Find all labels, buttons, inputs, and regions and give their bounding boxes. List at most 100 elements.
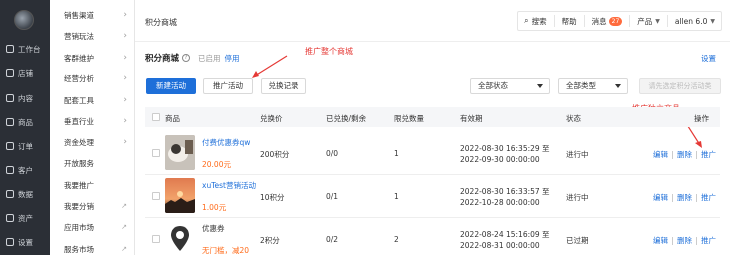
points-value: 10积分 xyxy=(260,193,285,202)
product-name-link[interactable]: 付费优惠券qw xyxy=(202,137,250,148)
delete-link[interactable]: 删除 xyxy=(677,192,692,203)
edit-link[interactable]: 编辑 xyxy=(653,149,668,160)
menu-item-label: 资金处理 xyxy=(64,137,94,147)
rail-item-label: 工作台 xyxy=(18,44,41,54)
delete-link[interactable]: 删除 xyxy=(677,235,692,246)
exchange-records-button[interactable]: 兑换记录 xyxy=(261,78,306,94)
column-header-status: 状态 xyxy=(566,114,581,123)
edit-link[interactable]: 编辑 xyxy=(653,235,668,246)
menu-item-app-market[interactable]: 应用市场 ↗ xyxy=(50,218,135,236)
menu-item-service-market[interactable]: 服务市场 ↗ xyxy=(50,240,135,255)
user-dropdown[interactable]: allen 6.0 xyxy=(675,17,707,26)
menu-item-label: 我要分销 xyxy=(64,201,94,211)
rail-item-data[interactable]: 数据 xyxy=(0,185,50,203)
rail-item-settings[interactable]: 设置 xyxy=(0,233,50,251)
limit-value: 2 xyxy=(394,235,399,244)
rail-item-label: 资产 xyxy=(18,213,33,223)
rail-item-asset[interactable]: 资产 xyxy=(0,209,50,227)
products-dropdown[interactable]: 产品 xyxy=(637,16,652,27)
exchanged-value: 0/1 xyxy=(326,192,339,201)
rail-item-shop[interactable]: 店铺 xyxy=(0,64,50,82)
valid-from: 2022-08-30 16:35:29 至 xyxy=(460,144,550,153)
points-value: 2积分 xyxy=(260,236,280,245)
rail-item-workbench[interactable]: 工作台 xyxy=(0,40,50,58)
select-all-checkbox[interactable] xyxy=(152,113,160,121)
valid-to: 2022-10-28 00:00:00 xyxy=(460,198,540,207)
promote-link[interactable]: 推广 xyxy=(701,149,716,160)
caret-down-icon: ▼ xyxy=(710,17,715,25)
menu-item-funds[interactable]: 资金处理 › xyxy=(50,133,135,151)
product-name-link[interactable]: xuTest营销活动 xyxy=(202,180,256,191)
row-checkbox[interactable] xyxy=(152,149,160,157)
top-header: 积分商城 ⌕ 搜索 帮助 消息 27 产品 ▼ allen 6.0 ▼ xyxy=(135,0,730,42)
menu-item-customer-care[interactable]: 客群维护 › xyxy=(50,49,135,67)
annotation-arrow-top-head xyxy=(252,71,259,78)
menu-item-label: 我要推广 xyxy=(64,180,94,190)
column-header-actions: 操作 xyxy=(694,114,709,123)
menu-item-tools[interactable]: 配套工具 › xyxy=(50,91,135,109)
rail-item-order[interactable]: 订单 xyxy=(0,137,50,155)
status-select[interactable]: 全部状态 xyxy=(470,78,550,94)
avatar[interactable] xyxy=(14,10,34,30)
promote-link[interactable]: 推广 xyxy=(701,235,716,246)
menu-item-distribution[interactable]: 我要分销 ↗ xyxy=(50,197,135,215)
menu-item-label: 垂直行业 xyxy=(64,116,94,126)
column-header-limit: 限兑数量 xyxy=(394,114,424,123)
divider xyxy=(583,15,585,27)
table-header: 商品 兑换价 已兑换/剩余 限兑数量 有效期 状态 操作 xyxy=(145,107,720,127)
column-header-price: 兑换价 xyxy=(260,114,283,123)
messages-link[interactable]: 消息 xyxy=(592,16,607,27)
promote-activity-button[interactable]: 推广活动 xyxy=(203,78,253,94)
menu-item-sales-channel[interactable]: 销售渠道 › xyxy=(50,6,135,24)
divider xyxy=(696,150,697,159)
secondary-menu: 销售渠道 › 营销玩法 › 客群维护 › 经营分析 › 配套工具 › 垂直行业 › 资金处理… xyxy=(50,0,135,255)
rail-item-label: 商品 xyxy=(18,117,33,127)
main-content: 积分商城 ? 已启用 停用 设置 推广整个商城 推广独立商品 新建活动 推广活动… xyxy=(135,42,730,255)
menu-item-vertical[interactable]: 垂直行业 › xyxy=(50,112,135,130)
promote-link[interactable]: 推广 xyxy=(701,192,716,203)
delete-link[interactable]: 删除 xyxy=(677,149,692,160)
product-name[interactable]: 优惠券 xyxy=(202,223,225,234)
caret-down-icon: ▼ xyxy=(655,17,660,25)
select-activity-button[interactable]: 请先选定积分活动类 xyxy=(639,78,721,94)
menu-item-analysis[interactable]: 经营分析 › xyxy=(50,69,135,87)
type-select[interactable]: 全部类型 xyxy=(558,78,628,94)
menu-item-label: 配套工具 xyxy=(64,95,94,105)
menu-item-label: 营销玩法 xyxy=(64,31,94,41)
help-link[interactable]: 帮助 xyxy=(562,16,577,27)
limit-value: 1 xyxy=(394,149,399,158)
divider xyxy=(666,15,668,27)
rail-item-content[interactable]: 内容 xyxy=(0,89,50,107)
left-rail: 工作台 店铺 内容 商品 订单 客户 数据 资产 设置 xyxy=(0,0,50,255)
row-actions: 编辑 删除 推广 xyxy=(653,235,716,246)
search-link[interactable]: 搜索 xyxy=(532,16,547,27)
divider xyxy=(696,236,697,245)
external-link-icon: ↗ xyxy=(121,202,127,210)
rail-item-goods[interactable]: 商品 xyxy=(0,113,50,131)
customer-icon xyxy=(6,166,14,174)
exchanged-value: 0/2 xyxy=(326,235,339,244)
menu-item-label: 销售渠道 xyxy=(64,10,94,20)
row-actions: 编辑 删除 推广 xyxy=(653,149,716,160)
menu-item-marketing[interactable]: 营销玩法 › xyxy=(50,27,135,45)
menu-item-label: 应用市场 xyxy=(64,222,94,232)
menu-item-promote[interactable]: 我要推广 xyxy=(50,176,135,194)
new-activity-button[interactable]: 新建活动 xyxy=(146,78,196,94)
menu-item-open-service[interactable]: 开放服务 xyxy=(50,154,135,172)
rail-item-customer[interactable]: 客户 xyxy=(0,161,50,179)
location-pin-icon xyxy=(165,221,195,255)
edit-link[interactable]: 编辑 xyxy=(653,192,668,203)
status-text: 进行中 xyxy=(566,193,589,202)
dashboard-icon xyxy=(6,45,14,53)
order-icon xyxy=(6,142,14,150)
row-checkbox[interactable] xyxy=(152,235,160,243)
rail-item-label: 店铺 xyxy=(18,68,33,78)
column-header-exchanged: 已兑换/剩余 xyxy=(326,114,367,123)
asset-icon xyxy=(6,214,14,222)
divider xyxy=(672,193,673,202)
product-price: 无门槛，减20 xyxy=(202,246,250,255)
row-checkbox[interactable] xyxy=(152,192,160,200)
search-icon[interactable]: ⌕ xyxy=(524,16,528,26)
header-page-title: 积分商城 xyxy=(145,18,177,27)
valid-to: 2022-09-30 00:00:00 xyxy=(460,155,540,164)
